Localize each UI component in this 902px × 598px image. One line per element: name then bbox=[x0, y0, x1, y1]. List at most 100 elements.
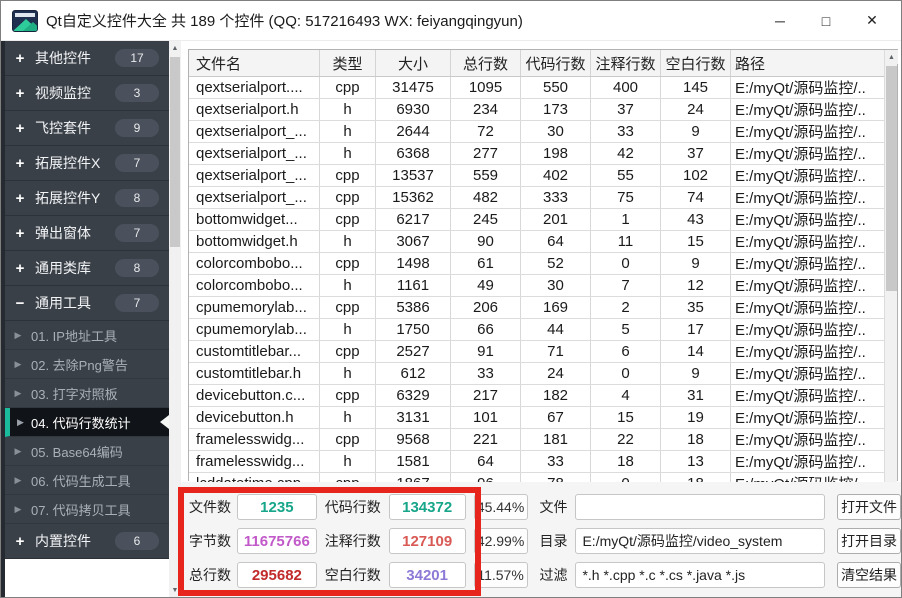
sidebar-group-label: 内置控件 bbox=[35, 531, 115, 551]
table-cell: E:/myQt/源码监控/.. bbox=[731, 253, 884, 274]
sidebar-scrollbar[interactable]: ▲ ▼ bbox=[169, 41, 181, 597]
table-vertical-scrollbar[interactable]: ▲ ▼ bbox=[884, 50, 897, 516]
table-cell: framelesswidg... bbox=[189, 429, 320, 450]
expand-icon: + bbox=[5, 533, 35, 550]
table-row[interactable]: qextserialport_...h26447230339E:/myQt/源码… bbox=[189, 121, 884, 143]
table-cell: 2527 bbox=[376, 341, 451, 362]
table-row[interactable]: qextserialport....cpp314751095550400145E… bbox=[189, 77, 884, 99]
table-row[interactable]: bottomwidget.hh306790641115E:/myQt/源码监控/… bbox=[189, 231, 884, 253]
sidebar-group[interactable]: +其他控件17 bbox=[5, 41, 169, 76]
minimize-button[interactable]: ─ bbox=[757, 1, 803, 40]
table-row[interactable]: devicebutton.hh3131101671519E:/myQt/源码监控… bbox=[189, 407, 884, 429]
table-cell: 72 bbox=[451, 121, 521, 142]
table-row[interactable]: colorcombobo...cpp1498615209E:/myQt/源码监控… bbox=[189, 253, 884, 275]
scroll-up-icon[interactable]: ▲ bbox=[169, 41, 181, 55]
table-cell: 400 bbox=[591, 77, 661, 98]
table-cell: 19 bbox=[661, 407, 731, 428]
file-input[interactable] bbox=[575, 494, 825, 520]
column-header[interactable]: 注释行数 bbox=[591, 50, 661, 76]
filter-input[interactable] bbox=[575, 562, 825, 588]
directory-input[interactable] bbox=[575, 528, 825, 554]
table-cell: cpp bbox=[320, 341, 376, 362]
table-row[interactable]: cpumemorylab...cpp5386206169235E:/myQt/源… bbox=[189, 297, 884, 319]
count-badge: 9 bbox=[115, 119, 159, 137]
table-cell: 43 bbox=[661, 209, 731, 230]
sidebar-group[interactable]: +通用类库8 bbox=[5, 251, 169, 286]
column-header[interactable]: 代码行数 bbox=[521, 50, 591, 76]
sidebar-group[interactable]: +弹出窗体7 bbox=[5, 216, 169, 251]
table-row[interactable]: framelesswidg...cpp95682211812218E:/myQt… bbox=[189, 429, 884, 451]
table-cell: devicebutton.h bbox=[189, 407, 320, 428]
table-row[interactable]: devicebutton.c...cpp6329217182431E:/myQt… bbox=[189, 385, 884, 407]
column-header[interactable]: 路径 bbox=[731, 50, 884, 76]
sidebar-group[interactable]: +视频监控3 bbox=[5, 76, 169, 111]
sidebar-tool-label: 07. 代码拷贝工具 bbox=[31, 500, 169, 519]
table-cell: 24 bbox=[661, 99, 731, 120]
table-cell: 66 bbox=[451, 319, 521, 340]
table-cell: 5 bbox=[591, 319, 661, 340]
open-directory-button[interactable]: 打开目录 bbox=[837, 528, 901, 554]
table-cell: 33 bbox=[451, 363, 521, 384]
table-cell: 182 bbox=[521, 385, 591, 406]
sidebar-group[interactable]: +内置控件6 bbox=[5, 524, 169, 559]
table-cell: 559 bbox=[451, 165, 521, 186]
scroll-up-icon[interactable]: ▲ bbox=[885, 50, 898, 64]
table-row[interactable]: colorcombobo...h11614930712E:/myQt/源码监控/… bbox=[189, 275, 884, 297]
table-cell: framelesswidg... bbox=[189, 451, 320, 472]
table-cell: bottomwidget... bbox=[189, 209, 320, 230]
clear-results-button[interactable]: 清空结果 bbox=[837, 562, 901, 588]
table-cell: 9568 bbox=[376, 429, 451, 450]
table-cell: 31475 bbox=[376, 77, 451, 98]
table-row[interactable]: bottomwidget...cpp6217245201143E:/myQt/源… bbox=[189, 209, 884, 231]
table-row[interactable]: framelesswidg...h158164331813E:/myQt/源码监… bbox=[189, 451, 884, 473]
open-file-button[interactable]: 打开文件 bbox=[837, 494, 901, 520]
column-header[interactable]: 空白行数 bbox=[661, 50, 731, 76]
table-row[interactable]: qextserialport_...cpp1353755940255102E:/… bbox=[189, 165, 884, 187]
chevron-right-icon: ▶ bbox=[5, 504, 31, 515]
column-header[interactable]: 大小 bbox=[376, 50, 451, 76]
table-vscroll-thumb[interactable] bbox=[886, 66, 897, 291]
sidebar-group-label: 通用类库 bbox=[35, 258, 115, 278]
table-cell: E:/myQt/源码监控/.. bbox=[731, 319, 884, 340]
table-cell: E:/myQt/源码监控/.. bbox=[731, 187, 884, 208]
table-row[interactable]: qextserialport_...h63682771984237E:/myQt… bbox=[189, 143, 884, 165]
sidebar-tool-label: 03. 打字对照板 bbox=[31, 384, 169, 403]
table-row[interactable]: customtitlebar.hh612332409E:/myQt/源码监控/.… bbox=[189, 363, 884, 385]
table-cell: E:/myQt/源码监控/.. bbox=[731, 209, 884, 230]
close-button[interactable]: ✕ bbox=[849, 1, 895, 40]
table-cell: 18 bbox=[661, 429, 731, 450]
table-header-row: 文件名类型大小总行数代码行数注释行数空白行数路径 bbox=[189, 50, 884, 77]
table-cell: 6930 bbox=[376, 99, 451, 120]
sidebar-tool-item[interactable]: ▶03. 打字对照板 bbox=[5, 379, 169, 408]
scroll-down-icon[interactable]: ▼ bbox=[169, 583, 181, 597]
count-badge: 3 bbox=[115, 84, 159, 102]
table-row[interactable]: qextserialport_...cpp153624823337574E:/m… bbox=[189, 187, 884, 209]
sidebar-tool-item[interactable]: ▶06. 代码生成工具 bbox=[5, 466, 169, 495]
column-header[interactable]: 文件名 bbox=[189, 50, 320, 76]
table-cell: 15 bbox=[591, 407, 661, 428]
count-badge: 7 bbox=[115, 294, 159, 312]
bottom-row: 总行数295682空白行数3420111.57%过滤清空结果 bbox=[189, 562, 901, 588]
sidebar-tool-item[interactable]: ▶07. 代码拷贝工具 bbox=[5, 495, 169, 524]
sidebar-group[interactable]: +飞控套件9 bbox=[5, 111, 169, 146]
expand-icon: + bbox=[5, 85, 35, 102]
column-header[interactable]: 类型 bbox=[320, 50, 376, 76]
table-cell: 31 bbox=[661, 385, 731, 406]
sidebar-filler bbox=[5, 559, 169, 597]
sidebar-tool-item[interactable]: ▶02. 去除Png警告 bbox=[5, 350, 169, 379]
stat-label: 空白行数 bbox=[325, 565, 385, 585]
sidebar-tool-item[interactable]: ▶05. Base64编码 bbox=[5, 437, 169, 466]
sidebar-group[interactable]: +拓展控件X7 bbox=[5, 146, 169, 181]
table-cell: 91 bbox=[451, 341, 521, 362]
sidebar-scrollbar-thumb[interactable] bbox=[170, 57, 180, 247]
table-row[interactable]: cpumemorylab...h17506644517E:/myQt/源码监控/… bbox=[189, 319, 884, 341]
sidebar-tool-item[interactable]: ▶01. IP地址工具 bbox=[5, 321, 169, 350]
column-header[interactable]: 总行数 bbox=[451, 50, 521, 76]
maximize-button[interactable]: □ bbox=[803, 1, 849, 40]
sidebar-tool-item[interactable]: ▶04. 代码行数统计 bbox=[5, 408, 169, 437]
chevron-right-icon: ▶ bbox=[5, 446, 31, 457]
table-row[interactable]: customtitlebar...cpp25279171614E:/myQt/源… bbox=[189, 341, 884, 363]
sidebar-group[interactable]: −通用工具7 bbox=[5, 286, 169, 321]
table-row[interactable]: qextserialport.hh69302341733724E:/myQt/源… bbox=[189, 99, 884, 121]
sidebar-group[interactable]: +拓展控件Y8 bbox=[5, 181, 169, 216]
